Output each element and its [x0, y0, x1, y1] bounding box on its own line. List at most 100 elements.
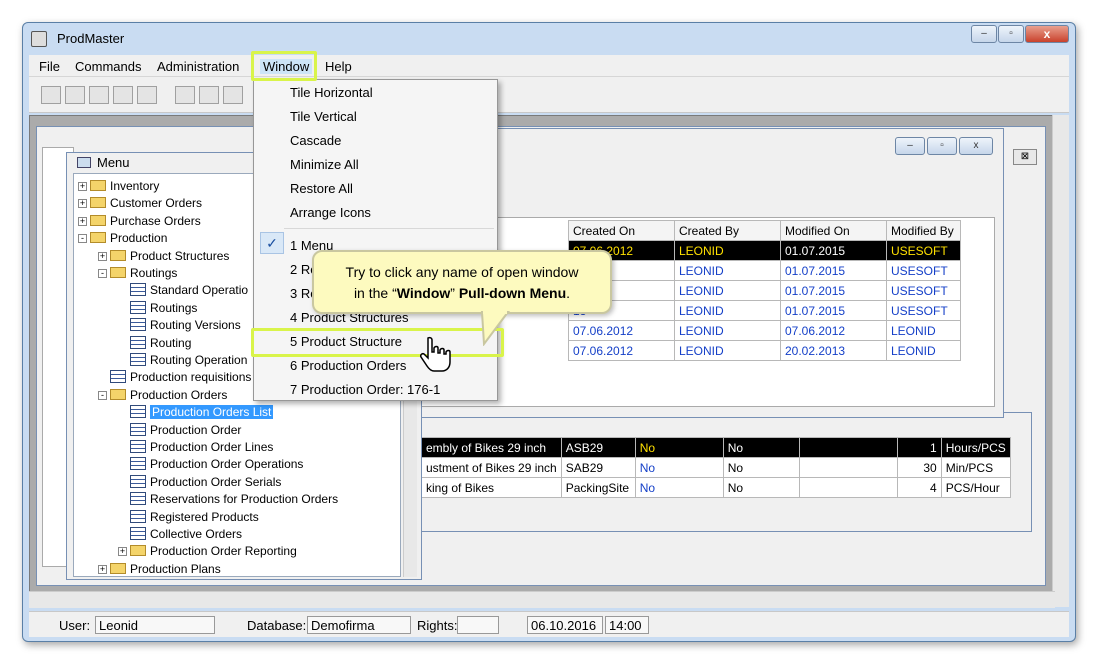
table-icon: [130, 422, 146, 436]
menu-item-minimize-all[interactable]: Minimize All: [290, 157, 359, 172]
menu-item-tile-horizontal[interactable]: Tile Horizontal: [290, 85, 373, 100]
edit-icon[interactable]: [89, 86, 109, 104]
collapse-icon[interactable]: -: [98, 269, 107, 278]
grid-header: Created On Created By Modified On Modifi…: [568, 220, 961, 241]
menu-administration[interactable]: Administration: [157, 59, 239, 74]
tree-item-label: Production Order Reporting: [150, 544, 297, 559]
new-record-icon[interactable]: [41, 86, 61, 104]
tree-item[interactable]: Production Order Operations: [118, 456, 303, 473]
tree-item[interactable]: Standard Operatio: [118, 282, 248, 299]
toolbar: [29, 77, 1069, 113]
tree-item-label: Production Orders List: [150, 405, 274, 420]
user-field: Leonid: [95, 616, 215, 634]
tree-item[interactable]: Registered Products: [118, 509, 259, 526]
table-row[interactable]: 13 LEONID 01.07.2015 USESOFT: [568, 280, 961, 301]
collapse-icon[interactable]: -: [78, 234, 87, 244]
tree-item[interactable]: + Purchase Orders: [78, 213, 201, 230]
delete-icon[interactable]: [223, 86, 243, 104]
menu-separator: [284, 228, 494, 229]
menu-window-icon: [77, 157, 91, 168]
table-row[interactable]: 07.06.2012 LEONID 07.06.2012 LEONID: [568, 320, 961, 341]
table-row[interactable]: king of Bikes PackingSite No No 4 PCS/Ho…: [421, 477, 1011, 498]
tree-item[interactable]: - Production: [78, 230, 167, 247]
tree-item-label: Routings: [130, 266, 178, 280]
tree-item[interactable]: + Production Order Reporting: [118, 543, 297, 560]
tree-item[interactable]: + Product Structures: [98, 248, 229, 265]
table-row[interactable]: 07.06.2012 LEONID 01.07.2015 USESOFT: [568, 240, 961, 261]
expand-icon[interactable]: +: [78, 182, 87, 191]
tree-item-label: Purchase Orders: [110, 213, 201, 228]
child-close-button[interactable]: x: [959, 137, 993, 155]
table-row[interactable]: embly of Bikes 29 inch ASB29 No No 1 Hou…: [421, 437, 1011, 458]
tree-item[interactable]: Production requisitions: [98, 369, 251, 386]
collapse-icon[interactable]: -: [98, 390, 107, 400]
copy-icon[interactable]: [199, 86, 219, 104]
checkmark-icon: ✓: [260, 232, 284, 254]
expand-icon[interactable]: +: [98, 251, 107, 261]
tree-item[interactable]: + Inventory: [78, 178, 159, 195]
menubar: File Commands Administration Window Help: [29, 55, 1069, 77]
tree-item[interactable]: - Routings: [98, 265, 177, 282]
find-icon[interactable]: [65, 86, 85, 104]
expand-icon[interactable]: +: [118, 547, 127, 557]
tree-item[interactable]: Production Order: [118, 422, 241, 439]
operations-grid: embly of Bikes 29 inch ASB29 No No 1 Hou…: [421, 437, 1011, 498]
rights-field: [457, 616, 499, 634]
print-icon[interactable]: [137, 86, 157, 104]
callout-pointer: [480, 310, 510, 346]
expand-icon[interactable]: +: [78, 199, 87, 209]
folder-icon: [130, 545, 146, 557]
table-icon: [130, 283, 146, 297]
tutorial-callout: Try to click any name of open window in …: [312, 250, 612, 314]
child-minimize-button[interactable]: –: [895, 137, 925, 155]
tree-item[interactable]: Production Order Lines: [118, 439, 273, 456]
table-row[interactable]: ustment of Bikes 29 inch SAB29 No No 30 …: [421, 457, 1011, 478]
menu-item-tile-vertical[interactable]: Tile Vertical: [290, 109, 357, 124]
folder-icon: [110, 562, 126, 574]
tree-item-label: Production Order Serials: [150, 474, 282, 489]
menu-commands[interactable]: Commands: [75, 59, 141, 74]
tree-item[interactable]: Routing Versions: [118, 317, 241, 334]
table-icon: [130, 509, 146, 523]
table-icon: [130, 457, 146, 471]
tree-item[interactable]: Routing Operation: [118, 352, 247, 369]
tree-item[interactable]: Production Orders List: [118, 404, 274, 421]
menu-item-window-7[interactable]: 7 Production Order: 176-1: [290, 382, 440, 397]
menu-item-cascade[interactable]: Cascade: [290, 133, 341, 148]
menu-item-restore-all[interactable]: Restore All: [290, 181, 353, 196]
folder-icon: [90, 214, 106, 226]
database-field: Demofirma: [307, 616, 411, 634]
structures-grid: Created On Created By Modified On Modifi…: [568, 220, 961, 361]
tree-item[interactable]: Reservations for Production Orders: [118, 491, 338, 508]
time-field: 14:00: [605, 616, 649, 634]
tree-item[interactable]: Routing: [118, 335, 191, 352]
table-row[interactable]: 12 LEONID 01.07.2015 USESOFT: [568, 260, 961, 281]
tree-item[interactable]: + Customer Orders: [78, 195, 202, 212]
tree-item-label: Customer Orders: [110, 196, 203, 211]
back-close-icon[interactable]: ⊠: [1013, 149, 1037, 165]
close-button[interactable]: x: [1025, 25, 1069, 43]
menu-help[interactable]: Help: [325, 59, 352, 74]
vertical-scrollbar[interactable]: [1052, 115, 1069, 607]
tree-item[interactable]: Production Order Serials: [118, 474, 281, 491]
tree-item-label: Collective Orders: [150, 527, 243, 541]
tree-item[interactable]: Collective Orders: [118, 526, 242, 543]
menu-file[interactable]: File: [39, 59, 60, 74]
menu-item-arrange-icons[interactable]: Arrange Icons: [290, 205, 371, 220]
tree-item[interactable]: Routings: [118, 300, 197, 317]
minimize-button[interactable]: –: [971, 25, 997, 43]
tree-item[interactable]: - Production Orders: [98, 387, 227, 404]
table-row[interactable]: 07.06.2012 LEONID 20.02.2013 LEONID: [568, 340, 961, 361]
expand-icon[interactable]: +: [78, 216, 87, 226]
menu-item-window-6[interactable]: 6 Production Orders: [290, 358, 406, 373]
save-icon[interactable]: [113, 86, 133, 104]
maximize-button[interactable]: ▫: [998, 25, 1024, 43]
tree-item[interactable]: + Production Plans: [98, 561, 221, 576]
expand-icon[interactable]: +: [98, 564, 107, 574]
tree-item-label: Production: [110, 231, 168, 246]
horizontal-scrollbar[interactable]: [29, 591, 1055, 608]
child-maximize-button[interactable]: ▫: [927, 137, 957, 155]
tree-item-label: Production Order Lines: [150, 440, 274, 454]
cut-icon[interactable]: [175, 86, 195, 104]
table-row[interactable]: 13 LEONID 01.07.2015 USESOFT: [568, 300, 961, 321]
